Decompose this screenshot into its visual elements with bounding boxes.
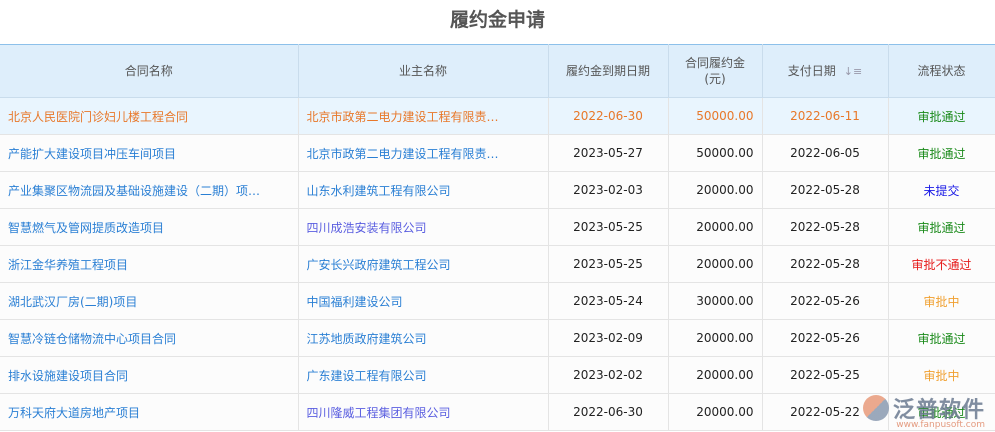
contract-link[interactable]: 产业集聚区物流园及基础设施建设（二期）项… <box>0 171 299 209</box>
owner-link[interactable]: 中国福利建设公司 <box>298 282 549 320</box>
paid-date: 2022-06-11 <box>762 97 889 135</box>
col-amount-label: 合同履约金 <box>684 56 745 70</box>
col-contract[interactable]: 合同名称 <box>0 44 299 98</box>
owner-link[interactable]: 北京市政第二电力建设工程有限责… <box>298 97 549 135</box>
owner-link[interactable]: 山东水利建筑工程有限公司 <box>298 171 549 209</box>
col-amount[interactable]: 合同履约金 (元) <box>668 44 763 98</box>
status-badge: 审批通过 <box>888 97 995 135</box>
owner-link[interactable]: 四川成浩安装有限公司 <box>298 208 549 246</box>
amount: 50000.00 <box>668 134 763 172</box>
owner-link[interactable]: 广东建设工程有限公司 <box>298 356 549 394</box>
due-date: 2023-05-25 <box>548 245 669 283</box>
due-date: 2022-06-30 <box>548 97 669 135</box>
col-status[interactable]: 流程状态 <box>888 44 995 98</box>
due-date: 2023-05-27 <box>548 134 669 172</box>
sort-icon[interactable]: ↓≡ <box>844 65 862 78</box>
paid-date: 2022-05-28 <box>762 171 889 209</box>
amount: 20000.00 <box>668 356 763 394</box>
amount: 20000.00 <box>668 171 763 209</box>
table-row[interactable]: 产能扩大建设项目冲压车间项目 北京市政第二电力建设工程有限责… 2023-05-27… <box>0 134 995 172</box>
col-paid-date[interactable]: 支付日期 ↓≡ <box>762 44 889 98</box>
due-date: 2023-02-09 <box>548 319 669 357</box>
amount: 30000.00 <box>668 282 763 320</box>
due-date: 2023-05-24 <box>548 282 669 320</box>
table-row[interactable]: 湖北武汉厂房(二期)项目 中国福利建设公司 2023-05-24 30000.00 20… <box>0 282 995 320</box>
table-row[interactable]: 北京人民医院门诊妇儿楼工程合同 北京市政第二电力建设工程有限责… 2022-06-3… <box>0 97 995 135</box>
table-row[interactable]: 排水设施建设项目合同 广东建设工程有限公司 2023-02-02 20000.00 20… <box>0 356 995 394</box>
col-owner[interactable]: 业主名称 <box>298 44 549 98</box>
contract-link[interactable]: 产能扩大建设项目冲压车间项目 <box>0 134 299 172</box>
status-badge: 审批通过 <box>888 319 995 357</box>
status-badge: 审批通过 <box>888 208 995 246</box>
amount: 50000.00 <box>668 97 763 135</box>
contract-link[interactable]: 浙江金华养殖工程项目 <box>0 245 299 283</box>
paid-date: 2022-05-26 <box>762 319 889 357</box>
watermark-logo: 泛普软件 www.fanpusoft.com <box>862 392 985 430</box>
table-row[interactable]: 智慧燃气及管网提质改造项目 四川成浩安装有限公司 2023-05-25 20000.0… <box>0 208 995 246</box>
contract-link[interactable]: 智慧冷链仓储物流中心项目合同 <box>0 319 299 357</box>
col-amount-unit: (元) <box>704 72 726 86</box>
paid-date: 2022-05-25 <box>762 356 889 394</box>
col-paid-date-label: 支付日期 <box>787 63 836 78</box>
logo-icon <box>862 395 889 421</box>
status-badge: 审批不通过 <box>888 245 995 283</box>
table-row[interactable]: 浙江金华养殖工程项目 广安长兴政府建筑工程公司 2023-05-25 20000.00… <box>0 245 995 283</box>
amount: 20000.00 <box>668 319 763 357</box>
owner-link[interactable]: 广安长兴政府建筑工程公司 <box>298 245 549 283</box>
due-date: 2023-02-03 <box>548 171 669 209</box>
contract-link[interactable]: 北京人民医院门诊妇儿楼工程合同 <box>0 97 299 135</box>
paid-date: 2022-05-28 <box>762 208 889 246</box>
status-badge: 审批中 <box>888 356 995 394</box>
due-date: 2022-06-30 <box>548 393 669 431</box>
status-badge: 审批通过 <box>888 134 995 172</box>
amount: 20000.00 <box>668 245 763 283</box>
amount: 20000.00 <box>668 208 763 246</box>
page-title: 履约金申请 <box>449 9 545 31</box>
logo-url: www.fanpusoft.com <box>896 420 985 430</box>
paid-date: 2022-05-28 <box>762 245 889 283</box>
amount: 20000.00 <box>668 393 763 431</box>
contract-link[interactable]: 排水设施建设项目合同 <box>0 356 299 394</box>
status-badge: 未提交 <box>888 171 995 209</box>
due-date: 2023-05-25 <box>548 208 669 246</box>
paid-date: 2022-05-26 <box>762 282 889 320</box>
owner-link[interactable]: 四川隆威工程集团有限公司 <box>298 393 549 431</box>
due-date: 2023-02-02 <box>548 356 669 394</box>
table-row[interactable]: 万科天府大道房地产项目 四川隆威工程集团有限公司 2022-06-30 20000.0… <box>0 393 995 431</box>
contract-link[interactable]: 智慧燃气及管网提质改造项目 <box>0 208 299 246</box>
status-badge: 审批中 <box>888 282 995 320</box>
col-due-date[interactable]: 履约金到期日期 <box>548 44 669 98</box>
contract-link[interactable]: 万科天府大道房地产项目 <box>0 393 299 431</box>
bond-table: 合同名称 业主名称 履约金到期日期 合同履约金 (元) 支付日期 ↓≡ 流程状态 北… <box>0 44 995 431</box>
owner-link[interactable]: 北京市政第二电力建设工程有限责… <box>298 134 549 172</box>
table-row[interactable]: 智慧冷链仓储物流中心项目合同 江苏地质政府建筑公司 2023-02-09 20000.… <box>0 319 995 357</box>
table-header: 合同名称 业主名称 履约金到期日期 合同履约金 (元) 支付日期 ↓≡ 流程状态 <box>0 44 995 98</box>
paid-date: 2022-06-05 <box>762 134 889 172</box>
owner-link[interactable]: 江苏地质政府建筑公司 <box>298 319 549 357</box>
table-row[interactable]: 产业集聚区物流园及基础设施建设（二期）项… 山东水利建筑工程有限公司 2023-02… <box>0 171 995 209</box>
contract-link[interactable]: 湖北武汉厂房(二期)项目 <box>0 282 299 320</box>
